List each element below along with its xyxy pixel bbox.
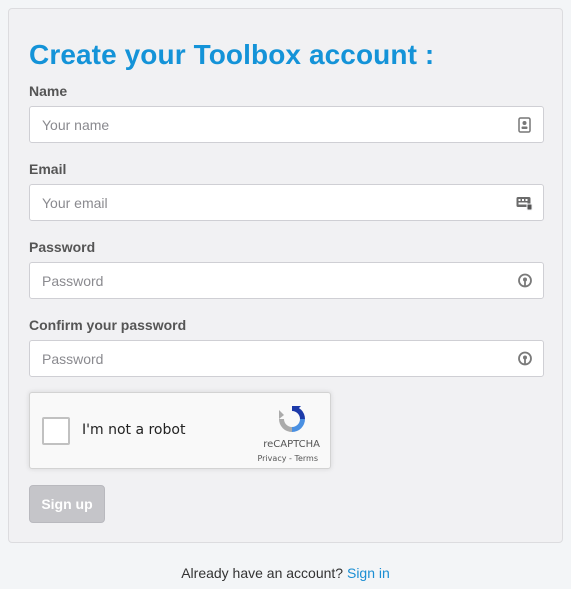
confirm-password-label: Confirm your password xyxy=(29,317,187,333)
confirm-password-input[interactable] xyxy=(30,341,500,376)
recaptcha-logo-icon xyxy=(276,403,308,440)
name-field-wrap xyxy=(29,106,544,143)
sign-up-button[interactable]: Sign up xyxy=(29,485,105,523)
email-label: Email xyxy=(29,161,67,177)
password-label: Password xyxy=(29,239,96,255)
email-input[interactable] xyxy=(30,185,500,220)
confirm-password-field-wrap xyxy=(29,340,544,377)
footer-prompt: Already have an account? xyxy=(181,565,344,581)
recaptcha-brand: reCAPTCHA xyxy=(263,439,320,450)
name-input[interactable] xyxy=(30,107,500,142)
recaptcha-links: Privacy - Terms xyxy=(257,454,318,463)
recaptcha-label: I'm not a robot xyxy=(82,422,186,438)
recaptcha-widget: I'm not a robot reCAPTCHA Privacy - Term… xyxy=(29,392,331,469)
password-key-icon xyxy=(516,272,533,289)
contact-card-icon xyxy=(516,116,533,133)
footer-signin: Already have an account? Sign in xyxy=(0,565,571,581)
email-field-wrap xyxy=(29,184,544,221)
password-field-wrap xyxy=(29,262,544,299)
sign-in-link[interactable]: Sign in xyxy=(347,565,390,581)
signup-card: Create your Toolbox account : Name Email xyxy=(8,8,563,543)
password-key-icon xyxy=(516,350,533,367)
name-label: Name xyxy=(29,83,68,99)
recaptcha-privacy-link[interactable]: Privacy xyxy=(257,454,286,463)
recaptcha-terms-link[interactable]: Terms xyxy=(294,454,318,463)
email-keyboard-icon xyxy=(516,194,533,211)
page-title: Create your Toolbox account : xyxy=(29,39,435,70)
recaptcha-checkbox[interactable] xyxy=(42,417,70,445)
password-input[interactable] xyxy=(30,263,500,298)
